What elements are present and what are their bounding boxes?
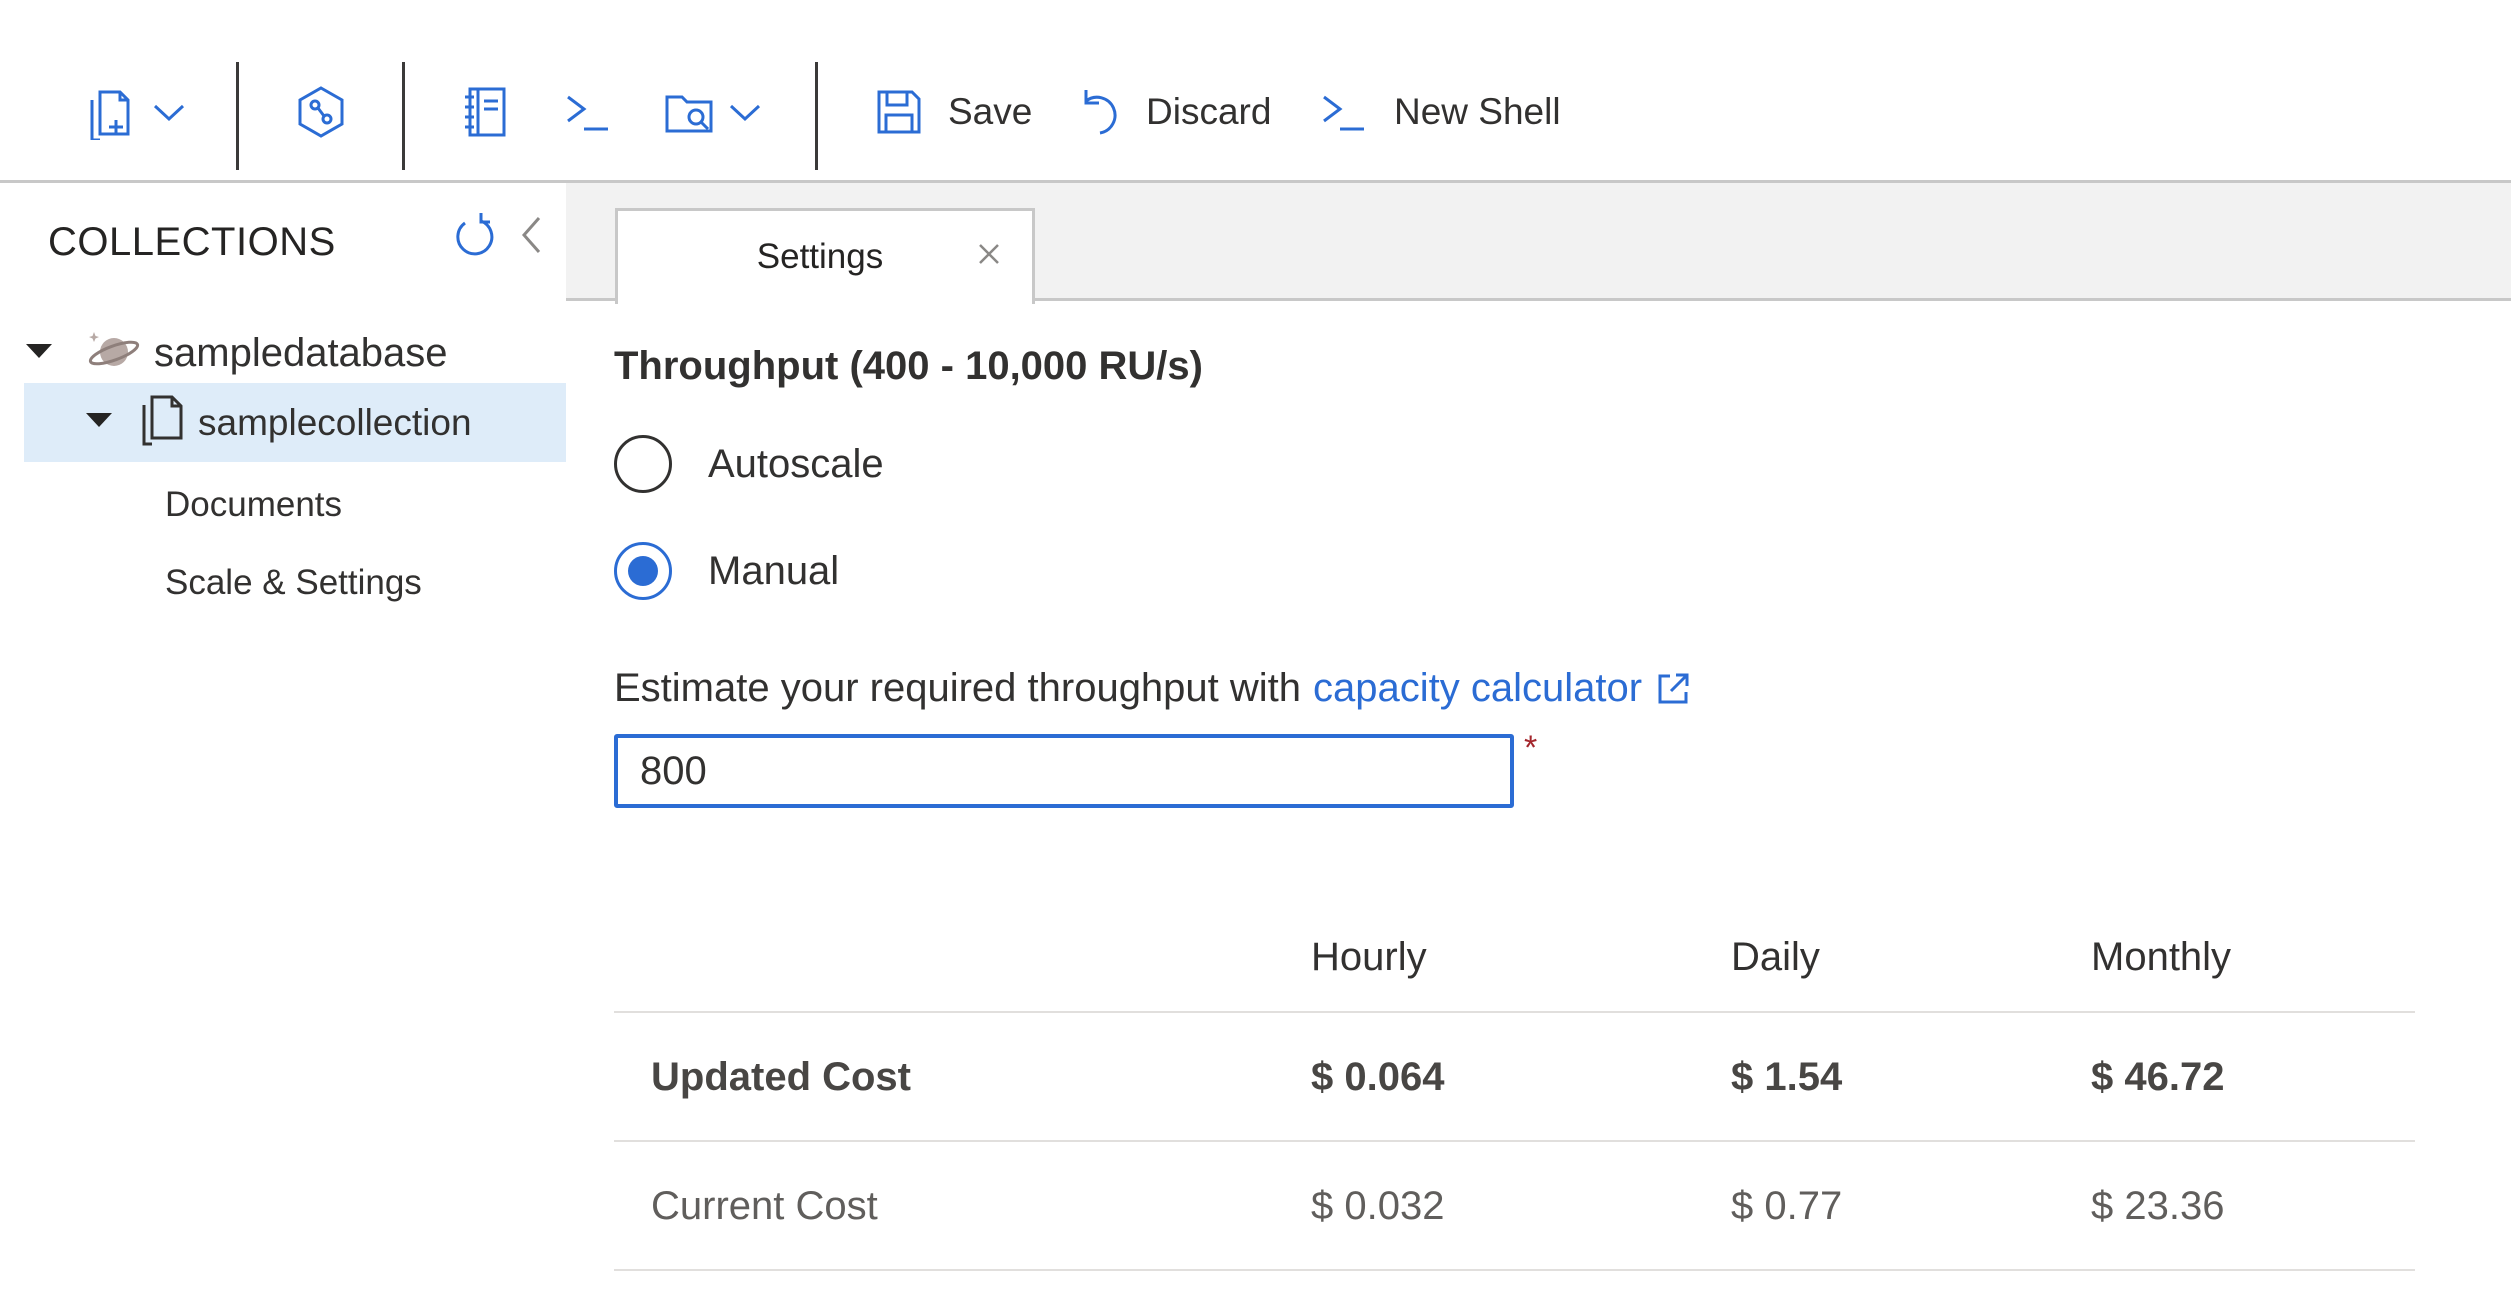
new-notebook-button[interactable] — [464, 76, 508, 148]
toolbar-separator — [402, 62, 405, 170]
chevron-down-icon — [728, 102, 762, 122]
estimate-text-row: Estimate your required throughput with c… — [614, 666, 1690, 711]
collection-icon — [140, 394, 184, 451]
current-cost-monthly: $ 23.36 — [2091, 1184, 2225, 1228]
save-icon — [876, 89, 922, 135]
new-shell-label: New Shell — [1394, 91, 1561, 132]
table-row-updated-cost: Updated Cost $ 0.064 $ 1.54 $ 46.72 — [614, 1013, 2415, 1140]
throughput-input[interactable] — [614, 734, 1514, 808]
chevron-left-icon — [519, 214, 543, 261]
shell-prompt-icon — [1320, 91, 1366, 133]
current-cost-daily: $ 0.77 — [1731, 1184, 1843, 1228]
discard-label: Discard — [1146, 91, 1272, 132]
planet-icon — [88, 328, 140, 379]
radio-autoscale-label: Autoscale — [708, 441, 884, 486]
tab-settings-label: Settings — [756, 237, 884, 276]
folder-search-icon — [664, 87, 716, 137]
updated-cost-label: Updated Cost — [651, 1055, 911, 1099]
new-collection-icon — [86, 84, 136, 140]
collections-panel: COLLECTIONS sampledatabase samplecollect… — [0, 183, 566, 1296]
database-label: sampledatabase — [154, 330, 448, 375]
refresh-icon — [451, 211, 495, 264]
new-shell-button[interactable]: New Shell — [1320, 76, 1561, 148]
table-row-current-cost: Current Cost $ 0.032 $ 0.77 $ 23.36 — [614, 1142, 2415, 1269]
header-hourly: Hourly — [1311, 935, 1427, 979]
header-daily: Daily — [1731, 935, 1820, 979]
throughput-title: Throughput (400 - 10,000 RU/s) — [614, 344, 1203, 388]
chevron-down-icon — [152, 102, 186, 122]
undo-icon — [1080, 87, 1120, 137]
new-collection-button[interactable] — [86, 76, 186, 148]
updated-cost-daily: $ 1.54 — [1731, 1055, 1843, 1099]
tree-item-documents[interactable]: Documents — [165, 473, 342, 537]
updated-cost-monthly: $ 46.72 — [2091, 1055, 2225, 1099]
discard-button[interactable]: Discard — [1080, 76, 1271, 148]
tab-strip: Settings — [566, 183, 2511, 304]
current-cost-label: Current Cost — [651, 1184, 878, 1228]
synapse-link-icon — [296, 85, 346, 139]
settings-content: Throughput (400 - 10,000 RU/s) Autoscale… — [566, 301, 2511, 1296]
command-bar: Save Discard New Shell — [0, 0, 2511, 183]
save-label: Save — [948, 91, 1033, 132]
collections-header: COLLECTIONS — [48, 220, 336, 264]
expand-triangle-icon — [24, 342, 68, 365]
table-divider — [614, 1269, 2415, 1271]
tree-item-collection[interactable]: samplecollection — [24, 383, 566, 462]
open-query-button[interactable] — [664, 76, 762, 148]
collapse-panel-button[interactable] — [510, 209, 552, 265]
required-marker: * — [1524, 729, 1538, 767]
radio-circle — [614, 435, 672, 493]
cost-table-header: Hourly Daily Monthly — [614, 891, 2415, 1011]
open-terminal-button[interactable] — [564, 76, 610, 148]
notebook-icon — [464, 85, 508, 139]
toolbar-separator — [815, 62, 818, 170]
expand-triangle-icon — [84, 411, 128, 434]
tree-item-scale-settings[interactable]: Scale & Settings — [165, 551, 422, 615]
external-link-icon — [1656, 672, 1690, 706]
close-icon — [978, 243, 1000, 270]
header-monthly: Monthly — [2091, 935, 2232, 979]
collection-label: samplecollection — [198, 401, 472, 443]
synapse-link-button[interactable] — [296, 76, 346, 148]
updated-cost-hourly: $ 0.064 — [1311, 1055, 1445, 1099]
tree-item-database[interactable]: sampledatabase — [24, 313, 448, 393]
capacity-calculator-link[interactable]: capacity calculator — [1313, 666, 1642, 711]
refresh-button[interactable] — [448, 209, 498, 265]
radio-autoscale[interactable]: Autoscale — [614, 435, 884, 493]
radio-manual-label: Manual — [708, 548, 840, 593]
tab-close-button[interactable] — [966, 233, 1012, 279]
tab-settings[interactable]: Settings — [615, 208, 1035, 304]
toolbar-separator — [236, 62, 239, 170]
estimate-text: Estimate your required throughput with — [614, 666, 1302, 710]
current-cost-hourly: $ 0.032 — [1311, 1184, 1445, 1228]
scale-settings-label: Scale & Settings — [165, 563, 422, 602]
documents-label: Documents — [165, 485, 343, 524]
radio-circle-checked — [614, 542, 672, 600]
save-button[interactable]: Save — [876, 76, 1032, 148]
radio-manual[interactable]: Manual — [614, 542, 839, 600]
shell-prompt-icon — [564, 91, 610, 133]
